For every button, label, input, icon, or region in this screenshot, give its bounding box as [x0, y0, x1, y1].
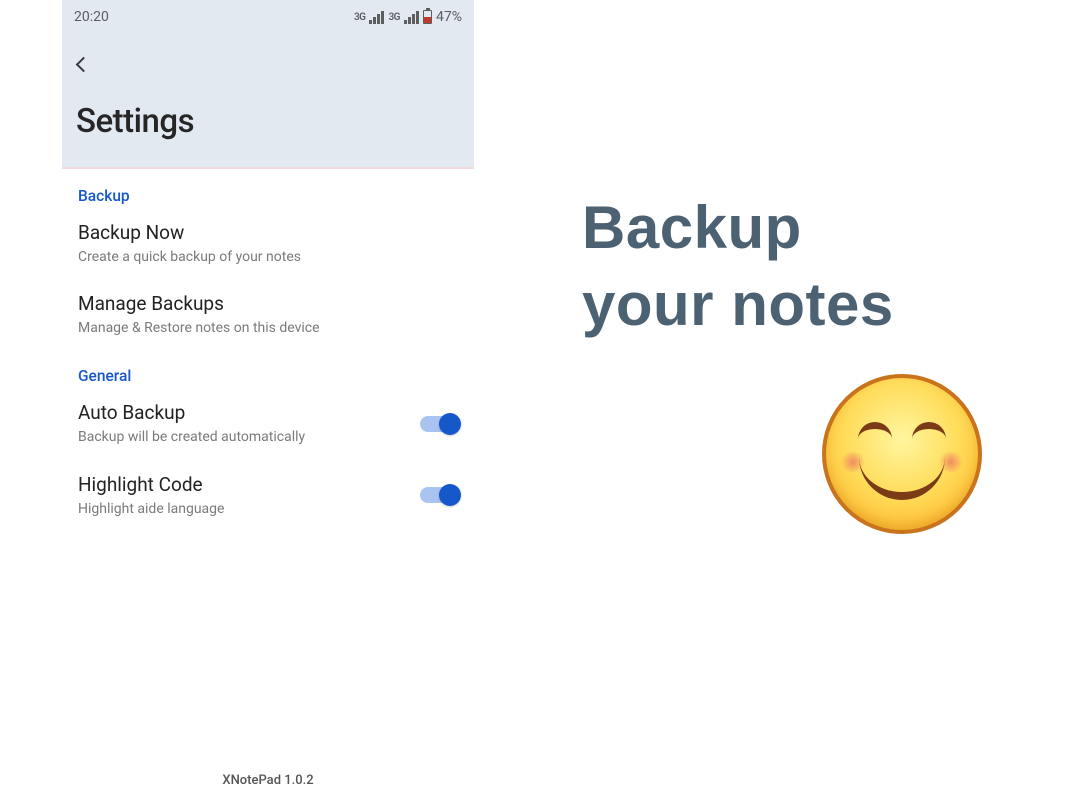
chevron-left-icon	[76, 56, 92, 72]
promo-area: Backup your notes	[492, 0, 1067, 800]
auto-backup-desc: Backup will be created automatically	[78, 428, 412, 446]
app-version: XNotePad 1.0.2	[62, 773, 474, 788]
battery-label: 47%	[436, 9, 462, 25]
section-header-backup: Backup	[78, 187, 458, 205]
page-title: Settings	[76, 102, 460, 141]
status-right: 3G 3G 47%	[354, 9, 462, 25]
highlight-code-row[interactable]: Highlight Code Highlight aide language	[78, 473, 458, 518]
backup-now-title: Backup Now	[78, 221, 458, 244]
back-button[interactable]	[76, 50, 460, 78]
status-time: 20:20	[74, 9, 109, 25]
backup-now-desc: Create a quick backup of your notes	[78, 248, 458, 266]
smiley-icon	[822, 374, 1027, 534]
battery-icon	[423, 10, 432, 24]
section-header-general: General	[78, 367, 458, 385]
signal-icon	[369, 11, 384, 24]
highlight-code-toggle[interactable]	[420, 487, 458, 503]
app-header: Settings	[62, 34, 474, 169]
network-label-icon: 3G	[354, 12, 366, 23]
manage-backups-desc: Manage & Restore notes on this device	[78, 319, 458, 337]
auto-backup-title: Auto Backup	[78, 401, 412, 424]
manage-backups-title: Manage Backups	[78, 292, 458, 315]
status-bar: 20:20 3G 3G 47%	[62, 0, 474, 34]
manage-backups-row[interactable]: Manage Backups Manage & Restore notes on…	[78, 292, 458, 337]
auto-backup-row[interactable]: Auto Backup Backup will be created autom…	[78, 401, 458, 446]
signal-icon-2	[404, 11, 419, 24]
network-label-icon-2: 3G	[388, 12, 400, 23]
highlight-code-desc: Highlight aide language	[78, 500, 412, 518]
promo-line-1: Backup	[582, 190, 1027, 267]
promo-line-2: your notes	[582, 267, 1027, 344]
phone-frame: 20:20 3G 3G 47% Settings Backup Backup N…	[62, 0, 474, 800]
auto-backup-toggle[interactable]	[420, 416, 458, 432]
backup-now-row[interactable]: Backup Now Create a quick backup of your…	[78, 221, 458, 266]
highlight-code-title: Highlight Code	[78, 473, 412, 496]
promo-title: Backup your notes	[582, 190, 1027, 344]
